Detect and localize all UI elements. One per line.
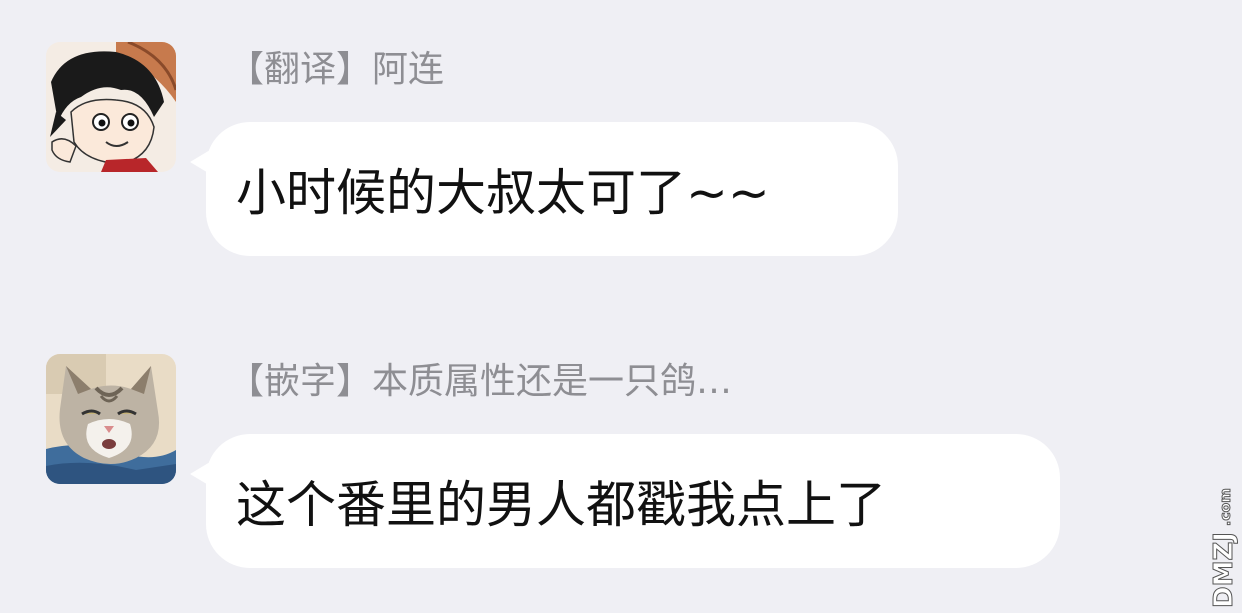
dmzj-logo-icon: DMZJ .com: [1200, 450, 1240, 610]
message-text: 这个番里的男人都戳我点上了: [236, 476, 886, 534]
svg-text:.com: .com: [1218, 488, 1234, 526]
manga-boy-avatar-icon[interactable]: [46, 42, 176, 172]
chat-message: 【翻译】阿连 小时候的大叔太可了~~: [0, 0, 1242, 280]
message-text: 小时候的大叔太可了~~: [236, 164, 770, 222]
chat-message: 【嵌字】本质属性还是一只鸽… 这个番里的男人都戳我点上了: [0, 300, 1242, 600]
sender-name[interactable]: 【翻译】阿连: [228, 52, 444, 88]
cat-avatar-icon[interactable]: [46, 354, 176, 484]
sender-name[interactable]: 【嵌字】本质属性还是一只鸽…: [228, 364, 732, 400]
message-bubble[interactable]: 这个番里的男人都戳我点上了: [206, 434, 1060, 568]
message-bubble[interactable]: 小时候的大叔太可了~~: [206, 122, 898, 256]
svg-text:DMZJ: DMZJ: [1209, 532, 1239, 608]
